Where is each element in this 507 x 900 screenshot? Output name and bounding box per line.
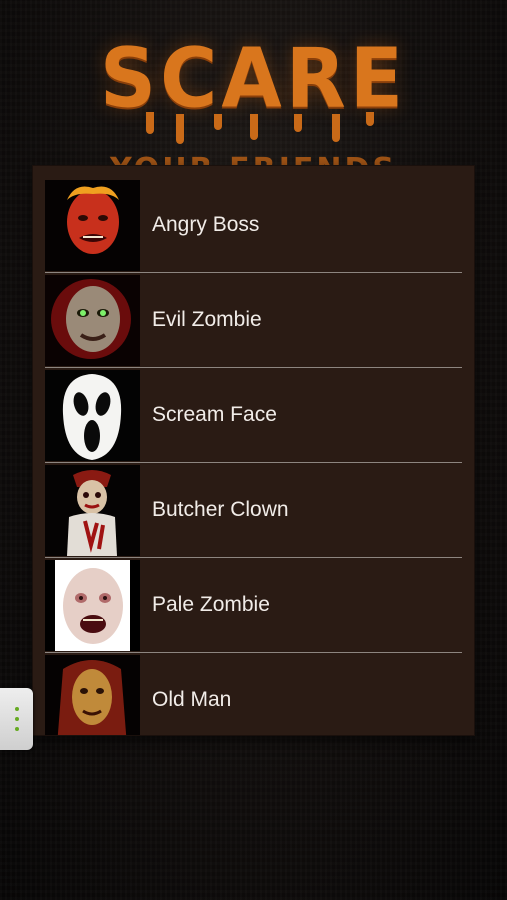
list-item-label: Evil Zombie [152,308,262,331]
angry-boss-icon [45,180,140,271]
character-list: Angry Boss Evil Zombie Scream Face Butch… [33,166,474,735]
list-item-angry-boss[interactable]: Angry Boss [45,178,462,273]
logo-drip [250,114,258,140]
logo-title: SCARE [99,31,408,127]
list-item-pale-zombie[interactable]: Pale Zombie [45,558,462,653]
list-item-butcher-clown[interactable]: Butcher Clown [45,463,462,558]
list-item-scream-face[interactable]: Scream Face [45,368,462,463]
logo-drip [332,114,340,142]
handle-dot [15,727,19,731]
list-item-label: Butcher Clown [152,498,289,521]
old-man-icon [45,655,140,735]
list-item-label: Pale Zombie [152,593,270,616]
side-menu-handle[interactable] [0,688,33,750]
logo-drip [214,114,222,130]
logo-drip [366,112,374,126]
list-item-label: Angry Boss [152,213,260,236]
logo-drip [294,114,302,132]
list-item-old-man[interactable]: Old Man [45,653,462,735]
scream-face-icon [45,370,140,461]
handle-dot [15,707,19,711]
evil-zombie-icon [45,275,140,366]
butcher-clown-icon [45,465,140,556]
logo-drip [176,114,184,144]
logo-drip [146,112,154,134]
list-item-label: Old Man [152,688,232,711]
app-logo: SCARE YOUR FRIENDS [0,30,507,170]
list-item-label: Scream Face [152,403,277,426]
pale-zombie-icon [45,560,140,651]
list-item-evil-zombie[interactable]: Evil Zombie [45,273,462,368]
app-screen: SCARE YOUR FRIENDS Angry Boss Evil Zombi… [0,0,507,900]
handle-dot [15,717,19,721]
